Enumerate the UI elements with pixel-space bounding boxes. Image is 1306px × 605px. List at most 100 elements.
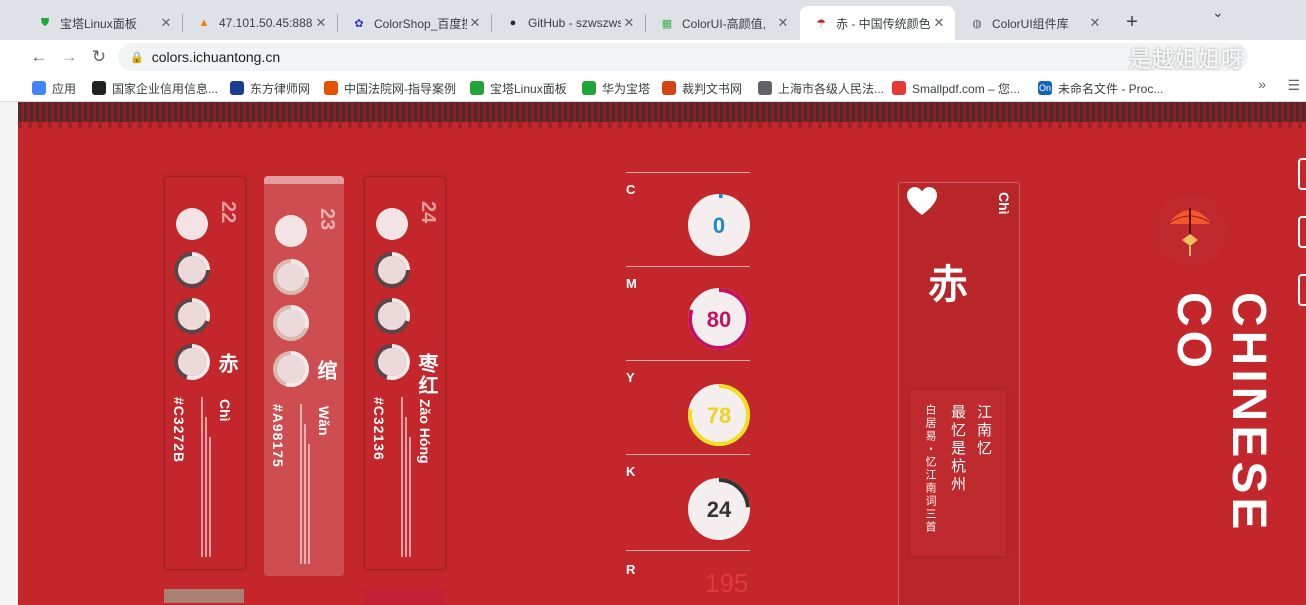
rgb-bars <box>201 397 211 557</box>
back-button[interactable]: ← <box>26 44 52 70</box>
rgb-bars <box>401 397 411 557</box>
color-card-23[interactable]: 23 绾 #A98175 Wǎn <box>264 176 344 576</box>
cmyk-divider <box>626 360 750 361</box>
tab-7[interactable]: ◍ ColorUI组件库 ✕ <box>956 6 1111 40</box>
side-icon-2[interactable] <box>1298 216 1306 248</box>
forward-button[interactable]: → <box>56 44 82 70</box>
bookmark-label: 宝塔Linux面板 <box>490 81 567 96</box>
tab-4[interactable]: ● GitHub - szwszws ✕ <box>492 6 645 40</box>
bookmark-label: 东方律师网 <box>250 81 311 96</box>
tab-title: 47.101.50.45:888 <box>219 16 313 30</box>
color-ring-icon <box>374 344 410 380</box>
detail-pinyin: Chì <box>996 192 1012 215</box>
browser-toolbar: ← → ↻ 🔒 colors.ichuantong.cn <box>0 40 1306 74</box>
tab-3[interactable]: ✿ ColorShop_百度搜 ✕ <box>338 6 491 40</box>
tab-6[interactable]: ☂ 赤 - 中国传统颜色 ✕ <box>800 6 955 40</box>
side-icon-3[interactable] <box>1298 274 1306 306</box>
poem-box: 江南忆 最忆是杭州 白居易・忆江南词三首 <box>910 390 1006 556</box>
bookmark-label: 未命名文件 - Proc... <box>1058 81 1164 96</box>
color-ring-icon <box>273 305 309 341</box>
color-ring-icon <box>374 298 410 334</box>
bookmark-item[interactable]: 应用 <box>32 78 76 98</box>
side-icon-1[interactable] <box>1298 158 1306 190</box>
cmyk-gauge-k: 24 <box>688 478 750 540</box>
tab-close-icon[interactable]: ✕ <box>313 15 329 31</box>
tab-separator <box>337 14 338 32</box>
bookmark-item[interactable]: On 未命名文件 - Proc... <box>1038 78 1163 98</box>
tab-separator <box>182 14 183 32</box>
bookmark-favicon-icon <box>758 81 772 95</box>
tab-close-icon[interactable]: ✕ <box>621 15 637 31</box>
bookmark-item[interactable]: 国家企业信用信息... <box>92 78 218 98</box>
bookmark-item[interactable]: 东方律师网 <box>230 78 310 98</box>
bookmark-label: 上海市各级人民法... <box>778 81 885 96</box>
tab-5[interactable]: ▦ ColorUI-高颜值, ✕ <box>646 6 799 40</box>
tab-close-icon[interactable]: ✕ <box>467 15 483 31</box>
bookmarks-more-button[interactable]: » <box>1258 76 1266 92</box>
url-text: colors.ichuantong.cn <box>151 49 281 65</box>
color-hex: #C3272B <box>171 397 187 464</box>
umbrella-logo-icon[interactable] <box>1154 194 1226 266</box>
bookmark-item[interactable]: Smallpdf.com – 您... <box>892 78 1020 98</box>
cmyk-label: K <box>626 464 636 479</box>
bookmark-favicon-icon <box>892 81 906 95</box>
brand-title: CHINESE CO <box>1167 292 1275 534</box>
color-hex: #C32136 <box>371 397 387 461</box>
color-ring-icon <box>176 208 208 240</box>
tab-close-icon[interactable]: ✕ <box>1087 15 1103 31</box>
bookmark-favicon-icon <box>582 81 596 95</box>
shield-icon: ⛊ <box>40 16 50 29</box>
color-ring-icon <box>273 259 309 295</box>
color-name: 绾 <box>314 360 336 382</box>
cmyk-gauge-y: 78 <box>688 384 750 446</box>
tab-close-icon[interactable]: ✕ <box>158 15 174 31</box>
bookmark-label: 裁判文书网 <box>682 81 743 96</box>
bookmark-item[interactable]: 裁判文书网 <box>662 78 742 98</box>
reading-list-icon[interactable]: ☰ <box>1287 77 1300 94</box>
github-icon: ● <box>509 17 517 29</box>
cmyk-gauge-m: 80 <box>688 288 750 350</box>
color-index: 24 <box>417 201 439 224</box>
bookmark-item[interactable]: 上海市各级人民法... <box>758 78 884 98</box>
bookmark-item[interactable]: 华为宝塔 <box>582 78 650 98</box>
bookmark-favicon-icon: On <box>1038 81 1052 95</box>
color-pinyin: Chì <box>217 399 233 422</box>
address-bar[interactable]: 🔒 colors.ichuantong.cn <box>118 43 1248 71</box>
color-ring-icon <box>376 208 408 240</box>
cmyk-label: M <box>626 276 637 291</box>
cmyk-value: 80 <box>707 307 731 332</box>
detail-color-character: 赤 <box>928 261 968 308</box>
bookmark-label: 应用 <box>52 81 77 96</box>
reload-button[interactable]: ↻ <box>86 44 112 70</box>
tab-close-icon[interactable]: ✕ <box>775 15 791 31</box>
cmyk-gauge-c: 0 <box>688 194 750 256</box>
color-card-22[interactable]: 22 赤 #C3272B Chì <box>164 176 246 570</box>
poem-title: 江南忆 <box>975 404 993 458</box>
bookmark-item[interactable]: 宝塔Linux面板 <box>470 78 567 98</box>
color-ring-icon <box>275 215 307 247</box>
new-tab-button[interactable]: + <box>1120 10 1144 34</box>
watermark-text: 是越姐姐呀 <box>1128 48 1244 73</box>
decorative-fringe <box>18 122 1306 128</box>
color-ring-icon <box>174 298 210 334</box>
globe-icon: ◍ <box>972 17 982 30</box>
bookmark-label: 华为宝塔 <box>602 81 651 96</box>
tab-title: 宝塔Linux面板 <box>60 16 137 31</box>
tab-1[interactable]: ⛊ 宝塔Linux面板 ✕ <box>24 6 182 40</box>
heart-icon[interactable] <box>904 184 940 220</box>
cmyk-divider <box>626 172 750 173</box>
tab-title: ColorUI组件库 <box>992 16 1069 31</box>
cmyk-divider <box>626 550 750 551</box>
cmyk-value: 78 <box>707 403 731 428</box>
lock-icon[interactable]: 🔒 <box>130 51 144 64</box>
color-card-24[interactable]: 24 枣红 #C32136 Zǎo Hóng <box>364 176 446 570</box>
tab-close-icon[interactable]: ✕ <box>931 15 947 31</box>
tab-separator <box>491 14 492 32</box>
tab-search-icon[interactable]: ⌄ <box>1212 4 1224 21</box>
bookmark-item[interactable]: 中国法院网-指导案例 <box>324 78 456 98</box>
color-index: 23 <box>316 208 338 231</box>
umbrella-icon: ☂ <box>816 17 826 30</box>
tab-separator <box>645 14 646 32</box>
chart-icon: ▲ <box>198 17 210 29</box>
tab-2[interactable]: ▲ 47.101.50.45:888 ✕ <box>183 6 337 40</box>
